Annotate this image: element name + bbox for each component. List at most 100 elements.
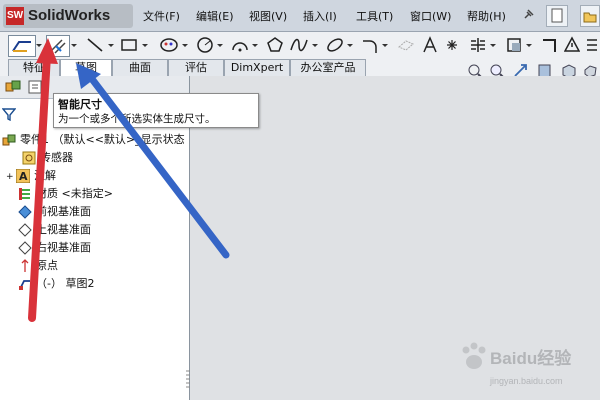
circle-button[interactable] — [195, 35, 215, 55]
smart-dimension-icon — [51, 39, 66, 54]
sketch-button[interactable] — [8, 35, 36, 57]
tree-item-annotations[interactable]: + A 注解 — [6, 167, 56, 184]
curve-icon — [290, 38, 308, 52]
tree-item-label: 右视基准面 — [36, 241, 91, 254]
tab-evaluate[interactable]: 评估 — [168, 59, 224, 77]
tree-item-material[interactable]: 材质 <未指定> — [18, 185, 113, 202]
tree-item-origin[interactable]: 原点 — [18, 257, 58, 274]
spline-dropdown[interactable] — [181, 35, 189, 55]
spline-button[interactable] — [158, 35, 180, 55]
watermark-text: Baidu经验 — [490, 349, 572, 368]
tree-item-label: 材质 <未指定> — [36, 187, 113, 200]
mirror-button[interactable] — [468, 35, 488, 55]
plane-icon — [18, 223, 32, 237]
fillet-icon — [363, 40, 377, 53]
trim-button[interactable] — [540, 35, 560, 55]
panel-splitter-handle[interactable] — [186, 368, 190, 390]
menu-view[interactable]: 视图(V) — [249, 8, 287, 24]
rectangle-dropdown[interactable] — [141, 35, 149, 55]
line-dropdown[interactable] — [107, 35, 115, 55]
filter-icon[interactable] — [1, 107, 17, 122]
plane-icon — [18, 205, 32, 219]
circle-icon — [197, 37, 213, 53]
trim-icon — [543, 39, 556, 52]
warning-button[interactable] — [564, 35, 580, 55]
origin-icon — [18, 259, 32, 273]
tree-item-top-plane[interactable]: 上视基准面 — [18, 221, 91, 238]
property-manager-tab-icon[interactable] — [26, 79, 44, 98]
sketch-icon — [12, 41, 31, 52]
app-title: SolidWorks — [28, 7, 111, 24]
title-bar: SW SolidWorks 文件(F) 编辑(E) 视图(V) 插入(I) 工具… — [0, 0, 600, 32]
relations-icon — [587, 39, 597, 51]
offset-icon — [507, 38, 521, 52]
ellipse-dropdown[interactable] — [346, 35, 354, 55]
pin-icon[interactable] — [522, 7, 536, 21]
open-button[interactable] — [580, 5, 600, 27]
tree-root-label: 零件1 （默认<<默认>_显示状态 — [20, 133, 185, 146]
rectangle-button[interactable] — [119, 35, 139, 55]
fillet-button[interactable] — [360, 35, 380, 55]
tab-features[interactable]: 特征 — [8, 59, 60, 77]
menu-help[interactable]: 帮助(H) — [467, 8, 506, 24]
plane-icon — [18, 241, 32, 255]
app-logo[interactable]: SW SolidWorks — [3, 4, 133, 28]
tree-item-front-plane[interactable]: 前视基准面 — [18, 203, 91, 220]
tree-item-label: （-） 草图2 — [36, 277, 95, 290]
arc-button[interactable] — [230, 35, 250, 55]
tree-root[interactable]: 零件1 （默认<<默认>_显示状态 — [2, 131, 185, 148]
sensor-icon — [22, 151, 36, 165]
line-icon — [87, 38, 103, 52]
fillet-dropdown[interactable] — [381, 35, 389, 55]
tree-item-label: 原点 — [36, 259, 58, 272]
menu-file[interactable]: 文件(F) — [143, 8, 180, 24]
tooltip-description: 为一个或多个所选实体生成尺寸。 — [58, 113, 216, 125]
dimension-dropdown[interactable] — [70, 35, 78, 55]
logo-badge: SW — [6, 7, 24, 25]
tab-sketch[interactable]: 草图 — [60, 59, 112, 77]
polygon-icon — [267, 37, 283, 52]
curve-dropdown[interactable] — [311, 35, 319, 55]
smart-dimension-button[interactable] — [46, 35, 70, 57]
mirror-dropdown[interactable] — [489, 35, 497, 55]
offset-button[interactable] — [504, 35, 524, 55]
expand-icon[interactable]: + — [6, 172, 16, 182]
offset-dropdown[interactable] — [525, 35, 533, 55]
arc-dropdown[interactable] — [251, 35, 259, 55]
menu-edit[interactable]: 编辑(E) — [196, 8, 234, 24]
ellipse-button[interactable] — [325, 35, 345, 55]
menu-window[interactable]: 窗口(W) — [410, 8, 451, 24]
watermark-url: jingyan.baidu.com — [490, 376, 563, 386]
line-button[interactable] — [84, 35, 106, 55]
tree-item-sensors[interactable]: 传感器 — [22, 149, 73, 166]
tab-office-products[interactable]: 办公室产品 — [290, 59, 366, 77]
text-button[interactable] — [420, 35, 440, 55]
spline-icon — [160, 38, 178, 52]
point-icon — [447, 40, 457, 50]
tab-surfaces[interactable]: 曲面 — [112, 59, 168, 77]
circle-dropdown[interactable] — [216, 35, 224, 55]
paw-icon — [462, 342, 486, 369]
point-button[interactable] — [444, 35, 460, 55]
part-icon — [2, 133, 16, 147]
menu-insert[interactable]: 插入(I) — [303, 8, 337, 24]
warning-icon — [564, 36, 580, 52]
svg-text:A: A — [19, 170, 28, 183]
polygon-button[interactable] — [265, 35, 285, 55]
tree-item-right-plane[interactable]: 右视基准面 — [18, 239, 91, 256]
plane-button[interactable] — [396, 35, 416, 55]
feature-tree-tab-icon[interactable] — [4, 79, 22, 98]
arc-icon — [232, 42, 248, 52]
mirror-icon — [471, 38, 485, 52]
text-icon — [423, 36, 437, 53]
tooltip: 智能尺寸 为一个或多个所选实体生成尺寸。 — [53, 93, 259, 128]
tab-dimxpert[interactable]: DimXpert — [224, 59, 290, 77]
relations-button[interactable] — [584, 35, 600, 55]
new-document-button[interactable] — [546, 5, 568, 27]
tree-item-sketch2[interactable]: （-） 草图2 — [18, 275, 94, 292]
annotation-icon: A — [15, 168, 31, 184]
sketch-dropdown[interactable] — [35, 35, 43, 55]
menu-tools[interactable]: 工具(T) — [356, 8, 393, 24]
tree-item-label: 传感器 — [40, 151, 73, 164]
spline-curve-button[interactable] — [289, 35, 309, 55]
